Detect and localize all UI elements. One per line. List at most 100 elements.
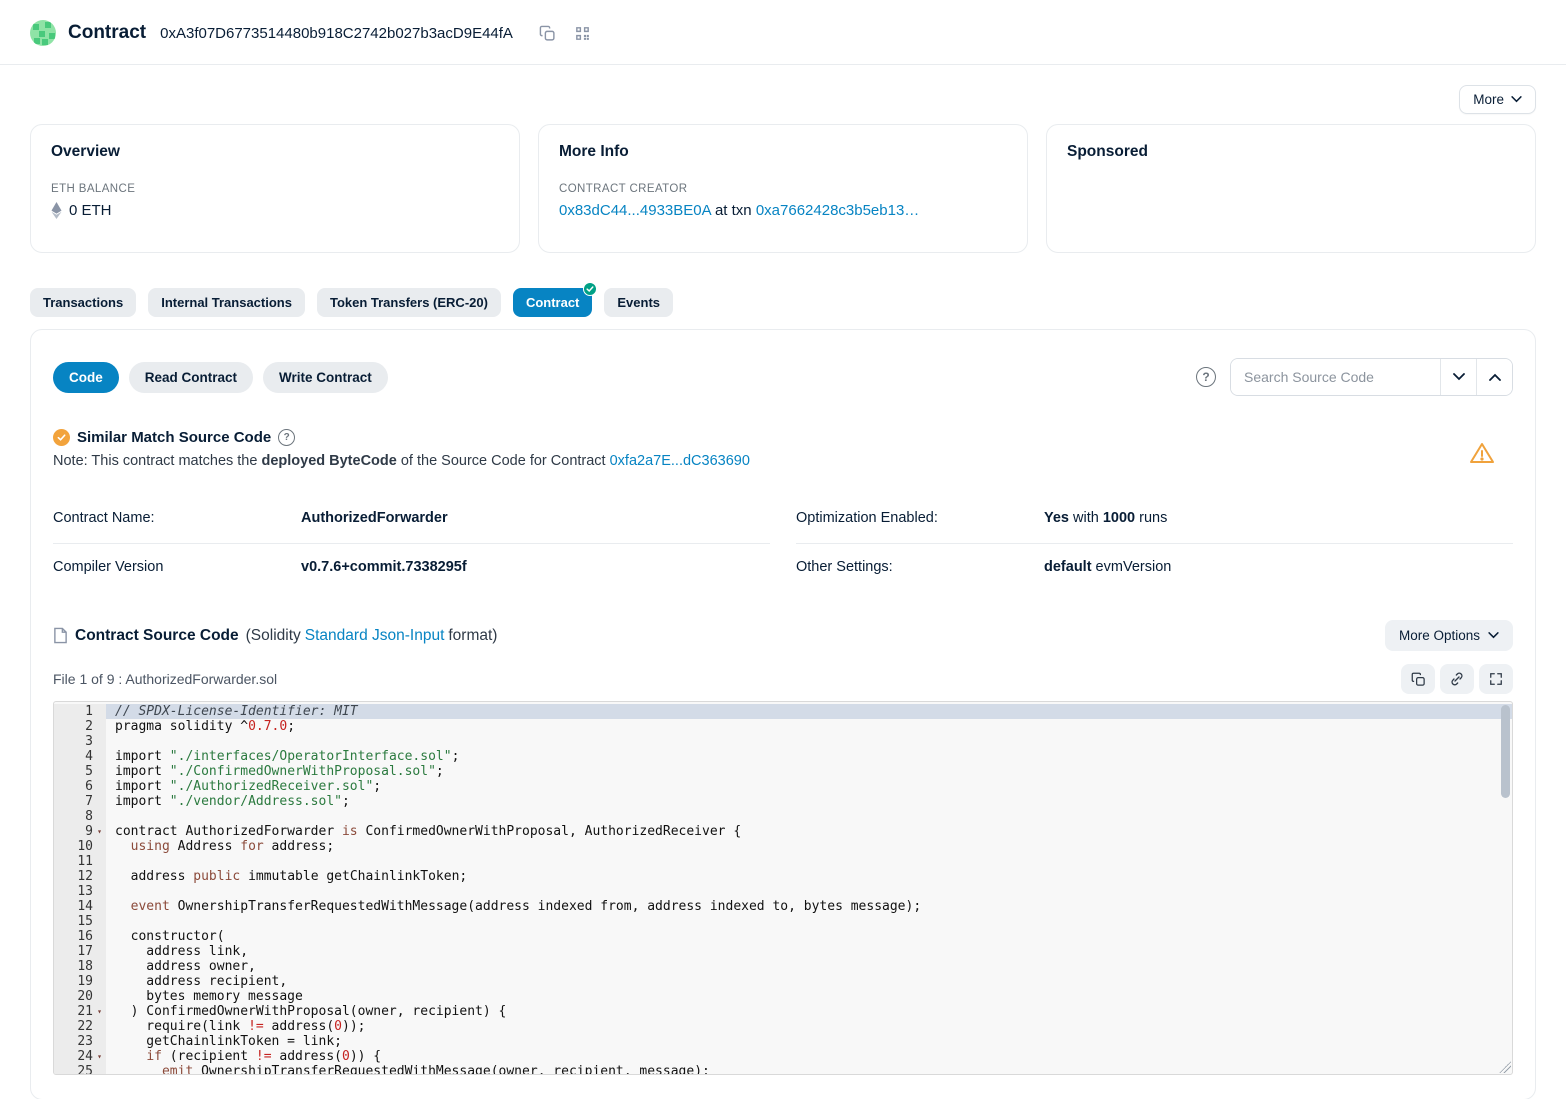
fold-arrow-icon[interactable]: ▾ (93, 824, 106, 839)
verified-check-icon (583, 282, 597, 296)
line-number-gutter: 3 (54, 734, 106, 749)
permalink-button[interactable] (1440, 664, 1474, 694)
fold-arrow-icon[interactable]: ▾ (93, 1049, 106, 1064)
line-number-gutter: 9▾ (54, 824, 106, 839)
chevron-down-icon (1453, 373, 1465, 381)
line-number-gutter: 4 (54, 749, 106, 764)
search-prev-button[interactable] (1476, 359, 1512, 395)
copy-icon (1411, 672, 1426, 687)
source-code-editor[interactable]: 1// SPDX-License-Identifier: MIT2pragma … (53, 701, 1513, 1075)
code-line: 10 using Address for address; (54, 839, 1512, 854)
chevron-down-icon (1488, 632, 1499, 639)
code-action-buttons (1401, 664, 1513, 694)
contract-name-label: Contract Name: (53, 510, 301, 526)
source-code-title: Contract Source Code (75, 627, 239, 645)
code-line: 20 bytes memory message (54, 989, 1512, 1004)
code-line: 8 (54, 809, 1512, 824)
line-number-gutter: 11 (54, 854, 106, 869)
more-options-label: More Options (1399, 628, 1480, 643)
code-line: 13 (54, 884, 1512, 899)
code-line: 9▾contract AuthorizedForwarder is Confir… (54, 824, 1512, 839)
note-mid: of the Source Code for Contract (397, 453, 610, 469)
copy-source-button[interactable] (1401, 664, 1435, 694)
code-nav: Code Read Contract Write Contract (53, 362, 388, 393)
creator-address-link[interactable]: 0x83dC44...4933BE0A (559, 202, 711, 219)
line-number-gutter: 25 (54, 1064, 106, 1074)
line-number-gutter: 20 (54, 989, 106, 1004)
tab-events[interactable]: Events (604, 288, 673, 317)
eth-balance-label: ETH BALANCE (51, 183, 499, 195)
code-scrollbar-thumb[interactable] (1501, 705, 1510, 798)
qr-code-button[interactable] (570, 21, 595, 46)
code-line: 1// SPDX-License-Identifier: MIT (54, 704, 1512, 719)
code-line: 17 address link, (54, 944, 1512, 959)
compiler-version-row: Compiler Version v0.7.6+commit.7338295f (53, 544, 770, 592)
contract-identicon-avatar (30, 20, 56, 46)
line-number-gutter: 15 (54, 914, 106, 929)
matched-contract-link[interactable]: 0xfa2a7E...dC363690 (610, 453, 750, 469)
address-tabs: Transactions Internal Transactions Token… (30, 288, 1536, 317)
write-contract-tab[interactable]: Write Contract (263, 362, 388, 393)
help-icon[interactable]: ? (1196, 367, 1216, 387)
code-line: 24▾ if (recipient != address(0)) { (54, 1049, 1512, 1064)
file-info: File 1 of 9 : AuthorizedForwarder.sol (53, 671, 277, 687)
line-number-gutter: 22 (54, 1019, 106, 1034)
search-source-group (1230, 358, 1513, 396)
contract-name-row: Contract Name: AuthorizedForwarder (53, 495, 770, 544)
similar-match-section: Similar Match Source Code ? Note: This c… (53, 429, 1513, 469)
code-line: 23 getChainlinkToken = link; (54, 1034, 1512, 1049)
optimization-row: Optimization Enabled: Yes with 1000 runs (796, 495, 1513, 544)
note-prefix: Note: This contract matches the (53, 453, 261, 469)
help-icon[interactable]: ? (278, 429, 295, 446)
tab-token-transfers[interactable]: Token Transfers (ERC-20) (317, 288, 501, 317)
line-number-gutter: 13 (54, 884, 106, 899)
contract-creator-label: CONTRACT CREATOR (559, 183, 1007, 195)
tab-contract[interactable]: Contract (513, 288, 592, 317)
search-next-button[interactable] (1440, 359, 1476, 395)
fullscreen-button[interactable] (1479, 664, 1513, 694)
ethereum-icon (51, 202, 62, 219)
tab-internal-transactions[interactable]: Internal Transactions (148, 288, 305, 317)
creation-txn-link[interactable]: 0xa7662428c3b5eb13… (756, 202, 919, 219)
tab-transactions[interactable]: Transactions (30, 288, 136, 317)
heading-pre: (Solidity (246, 627, 301, 645)
more-info-card: More Info CONTRACT CREATOR 0x83dC44...49… (538, 124, 1028, 253)
line-number-gutter: 16 (54, 929, 106, 944)
code-line: 22 require(link != address(0)); (54, 1019, 1512, 1034)
sponsored-title: Sponsored (1067, 143, 1515, 161)
line-number-gutter: 14 (54, 899, 106, 914)
line-number-gutter: 12 (54, 869, 106, 884)
line-number-gutter: 17 (54, 944, 106, 959)
code-line: 4import "./interfaces/OperatorInterface.… (54, 749, 1512, 764)
code-line: 19 address recipient, (54, 974, 1512, 989)
json-input-link[interactable]: Standard Json-Input (305, 627, 445, 645)
more-options-button[interactable]: More Options (1385, 620, 1513, 651)
resize-handle[interactable] (1499, 1061, 1511, 1073)
contract-address: 0xA3f07D6773514480b918C2742b027b3acD9E44… (160, 25, 513, 42)
fold-arrow-icon[interactable]: ▾ (93, 1004, 106, 1019)
contract-meta-grid: Contract Name: AuthorizedForwarder Optim… (53, 495, 1513, 592)
search-source-input[interactable] (1231, 359, 1440, 395)
code-line: 2pragma solidity ^0.7.0; (54, 719, 1512, 734)
similar-match-title: Similar Match Source Code (77, 429, 271, 446)
note-bold: deployed ByteCode (261, 453, 396, 469)
warning-triangle-icon[interactable] (1469, 441, 1495, 465)
read-contract-tab[interactable]: Read Contract (129, 362, 253, 393)
code-line: 12 address public immutable getChainlink… (54, 869, 1512, 884)
sponsored-card: Sponsored (1046, 124, 1536, 253)
line-number-gutter: 8 (54, 809, 106, 824)
at-txn-text: at txn (711, 202, 756, 219)
more-button[interactable]: More (1459, 85, 1536, 114)
source-code-heading: Contract Source Code (Solidity Standard … (53, 627, 497, 645)
copy-address-button[interactable] (535, 21, 560, 46)
page-header: Contract 0xA3f07D6773514480b918C2742b027… (0, 0, 1566, 65)
line-number-gutter: 5 (54, 764, 106, 779)
code-line: 15 (54, 914, 1512, 929)
code-line: 11 (54, 854, 1512, 869)
code-tab[interactable]: Code (53, 362, 119, 393)
code-line: 18 address owner, (54, 959, 1512, 974)
line-number-gutter: 18 (54, 959, 106, 974)
line-number-gutter: 1 (54, 704, 106, 719)
other-settings-row: Other Settings: default evmVersion (796, 544, 1513, 592)
more-info-title: More Info (559, 143, 1007, 161)
